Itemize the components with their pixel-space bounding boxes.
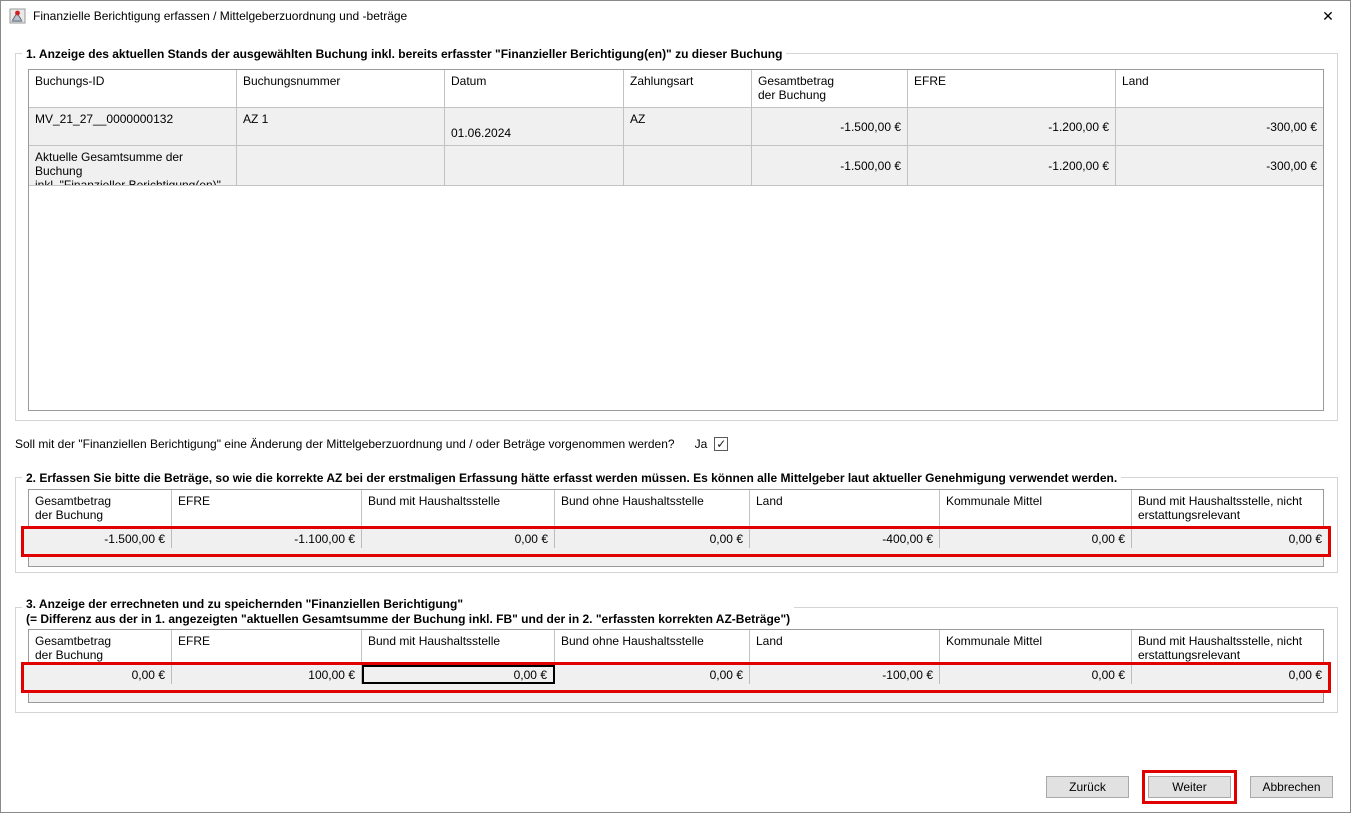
input-bund-ohne-hh[interactable]: 0,00 € [555,529,750,548]
header-land: Land [750,490,940,527]
table-row-sum: Aktuelle Gesamtsumme der Buchung inkl. "… [29,146,1323,186]
header-gesamtbetrag: Gesamtbetrag der Buchung [752,70,908,107]
input-kommunale-mittel[interactable]: 0,00 € [940,529,1132,548]
yes-checkbox[interactable]: ✓ [714,437,728,451]
section2-groupbox: 2. Erfassen Sie bitte die Beträge, so wi… [15,477,1338,573]
header-bund-mit-hh: Bund mit Haushaltsstelle [362,630,555,663]
table-row-booking: MV_21_27__0000000132 AZ 1 01.06.2024 AZ … [29,108,1323,146]
next-button[interactable]: Weiter [1148,776,1231,798]
dialog-window: { "window": { "title": "Finanzielle Beri… [0,0,1351,813]
cell-sum-efre: -1.200,00 € [908,146,1116,185]
cell-land: -300,00 € [1116,108,1323,145]
result-kommunale-mittel[interactable]: 0,00 € [940,665,1132,684]
section3-legend-line1: 3. Anzeige der errechneten und zu speich… [26,597,790,612]
header-bund-mit-hh-nicht-erstattungsrelevant: Bund mit Haushaltsstelle, nicht erstattu… [1132,630,1323,663]
cell-buchungs-id: MV_21_27__0000000132 [29,108,237,145]
app-icon [9,8,26,24]
close-icon[interactable]: ✕ [1319,7,1337,25]
section1-groupbox: 1. Anzeige des aktuellen Stands der ausg… [15,53,1338,421]
correct-amounts-table: Gesamtbetrag der Buchung EFRE Bund mit H… [28,489,1324,567]
cell-zahlungsart: AZ [624,108,752,145]
window-title: Finanzielle Berichtigung erfassen / Mitt… [33,9,407,23]
titlebar: Finanzielle Berichtigung erfassen / Mitt… [1,1,1350,31]
question-text: Soll mit der "Finanziellen Berichtigung"… [15,437,675,451]
header-land: Land [750,630,940,663]
header-gesamtbetrag: Gesamtbetrag der Buchung [29,490,172,527]
section3-legend-line2: (= Differenz aus der in 1. angezeigten "… [26,612,790,627]
cell-empty [624,146,752,185]
input-gesamtbetrag[interactable]: -1.500,00 € [29,529,172,548]
cell-sum-land: -300,00 € [1116,146,1323,185]
cell-sum-gesamtbetrag: -1.500,00 € [752,146,908,185]
result-efre[interactable]: 100,00 € [172,665,362,684]
section2-legend: 2. Erfassen Sie bitte die Beträge, so wi… [22,471,1121,485]
entry-row-highlighted: -1.500,00 € -1.100,00 € 0,00 € 0,00 € -4… [21,526,1331,557]
cell-gesamtbetrag: -1.500,00 € [752,108,908,145]
back-button[interactable]: Zurück [1046,776,1129,798]
cell-efre: -1.200,00 € [908,108,1116,145]
cell-buchungsnummer: AZ 1 [237,108,445,145]
dialog-buttons: Zurück Weiter Abbrechen [1046,770,1333,804]
section3-groupbox: 3. Anzeige der errechneten und zu speich… [15,607,1338,713]
cancel-button[interactable]: Abbrechen [1250,776,1333,798]
header-bund-mit-hh-nicht-erstattungsrelevant: Bund mit Haushaltsstelle, nicht erstattu… [1132,490,1323,527]
next-button-highlight: Weiter [1142,770,1237,804]
result-bund-mit-hh-nicht-erstattungsrelevant[interactable]: 0,00 € [1132,665,1328,684]
result-bund-ohne-hh[interactable]: 0,00 € [555,665,750,684]
header-gesamtbetrag: Gesamtbetrag der Buchung [29,630,172,663]
table-header-row: Buchungs-ID Buchungsnummer Datum Zahlung… [29,70,1323,108]
input-bund-mit-hh[interactable]: 0,00 € [362,529,555,548]
input-land[interactable]: -400,00 € [750,529,940,548]
result-row-highlighted: 0,00 € 100,00 € 0,00 € 0,00 € -100,00 € … [21,662,1331,693]
section1-legend: 1. Anzeige des aktuellen Stands der ausg… [22,47,786,61]
cell-datum: 01.06.2024 [445,108,624,145]
header-land: Land [1116,70,1323,107]
header-buchungsnummer: Buchungsnummer [237,70,445,107]
header-kommunale-mittel: Kommunale Mittel [940,630,1132,663]
yes-label: Ja [695,437,708,451]
result-bund-mit-hh-focused[interactable]: 0,00 € [362,665,555,684]
header-kommunale-mittel: Kommunale Mittel [940,490,1132,527]
table-header-row: Gesamtbetrag der Buchung EFRE Bund mit H… [29,630,1323,664]
section3-legend: 3. Anzeige der errechneten und zu speich… [22,597,794,627]
input-bund-mit-hh-nicht-erstattungsrelevant[interactable]: 0,00 € [1132,529,1328,548]
header-efre: EFRE [172,490,362,527]
cell-sum-label: Aktuelle Gesamtsumme der Buchung inkl. "… [29,146,237,185]
booking-status-table: Buchungs-ID Buchungsnummer Datum Zahlung… [28,69,1324,411]
result-gesamtbetrag[interactable]: 0,00 € [29,665,172,684]
input-efre[interactable]: -1.100,00 € [172,529,362,548]
header-bund-ohne-hh: Bund ohne Haushaltsstelle [555,630,750,663]
calculated-correction-table: Gesamtbetrag der Buchung EFRE Bund mit H… [28,629,1324,703]
cell-empty [237,146,445,185]
header-efre: EFRE [172,630,362,663]
question-row: Soll mit der "Finanziellen Berichtigung"… [15,437,728,451]
cell-empty [445,146,624,185]
header-efre: EFRE [908,70,1116,107]
header-datum: Datum [445,70,624,107]
table-header-row: Gesamtbetrag der Buchung EFRE Bund mit H… [29,490,1323,528]
header-bund-ohne-hh: Bund ohne Haushaltsstelle [555,490,750,527]
header-zahlungsart: Zahlungsart [624,70,752,107]
result-land[interactable]: -100,00 € [750,665,940,684]
header-buchungs-id: Buchungs-ID [29,70,237,107]
header-bund-mit-hh: Bund mit Haushaltsstelle [362,490,555,527]
